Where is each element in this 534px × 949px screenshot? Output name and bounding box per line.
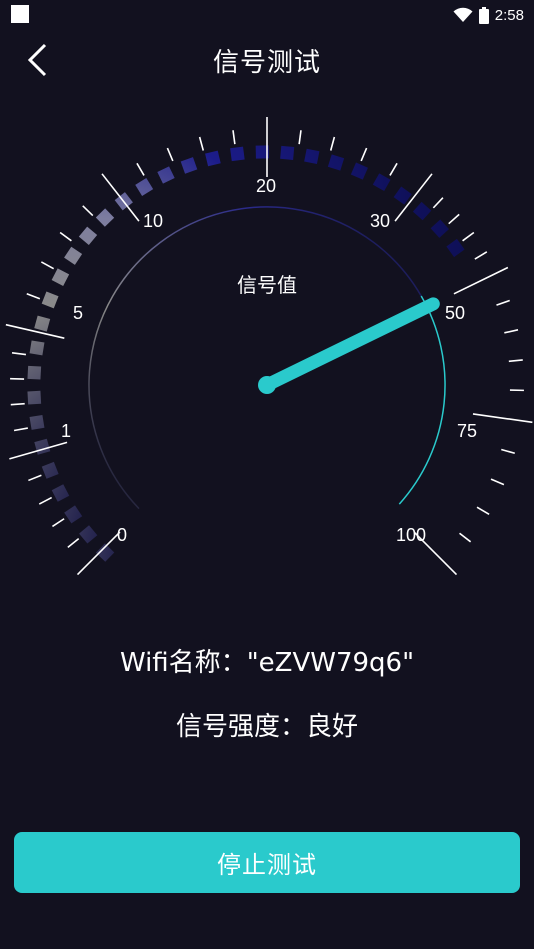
progress-segment (180, 157, 198, 174)
wifi-label: Wifi名称： (119, 648, 247, 678)
progress-segment (51, 268, 70, 286)
scale-label-50: 50 (445, 303, 465, 323)
status-time: 2:58 (494, 6, 524, 24)
progress-segment (350, 162, 368, 180)
minor-tick (38, 496, 53, 505)
minor-tick (26, 292, 41, 300)
gauge-needle (260, 297, 440, 392)
scale-label-100: 100 (396, 525, 426, 545)
inner-arc (88, 206, 422, 510)
status-bar: 2:58 (0, 0, 534, 30)
progress-segment (64, 505, 83, 524)
scale-label-20: 20 (256, 176, 276, 196)
minor-tick (329, 136, 336, 151)
progress-segment (29, 340, 45, 356)
minor-tick (389, 162, 398, 176)
stop-test-button[interactable]: 停止测试 (14, 832, 520, 893)
progress-segment (27, 365, 42, 380)
progress-segment (34, 438, 51, 455)
major-tick (453, 266, 509, 295)
minor-tick (59, 231, 72, 242)
strength-value: 良好 (306, 712, 359, 742)
minor-tick (496, 299, 510, 306)
minor-tick (52, 518, 65, 528)
wifi-name-value: "eZVW79q6" (246, 648, 415, 678)
status-right: 2:58 (453, 4, 524, 26)
accent-arc (398, 295, 446, 505)
progress-segment (327, 154, 345, 171)
progress-segment (412, 201, 432, 221)
progress-segment (95, 208, 115, 227)
page-title: 信号测试 (212, 48, 321, 78)
strength-label: 信号强度： (175, 712, 306, 742)
scale-label-1: 1 (61, 421, 71, 441)
progress-segment (430, 219, 449, 238)
notification-square-icon (11, 5, 29, 23)
minor-tick (298, 130, 302, 145)
minor-tick (490, 478, 505, 486)
minor-tick (136, 162, 145, 176)
signal-strength-row: 信号强度：良好 (0, 706, 534, 743)
wifi-icon (453, 7, 473, 22)
minor-tick (508, 359, 523, 363)
minor-tick (82, 205, 94, 217)
scale-label-30: 30 (370, 211, 390, 231)
minor-tick (459, 532, 472, 543)
progress-segment (29, 414, 45, 430)
major-tick (472, 413, 533, 424)
minor-tick (504, 329, 519, 334)
progress-segment (41, 291, 59, 309)
minor-tick (474, 251, 488, 260)
progress-segment (230, 146, 245, 162)
progress-segment (372, 173, 391, 192)
scale-label-5: 5 (73, 303, 83, 323)
minor-tick (501, 448, 515, 455)
progress-segment (446, 238, 465, 258)
minor-tick (40, 261, 55, 270)
wifi-name-row: Wifi名称："eZVW79q6" (0, 642, 534, 679)
progress-segment (64, 246, 83, 265)
progress-segment (135, 178, 154, 196)
progress-segment (157, 166, 175, 184)
gauge-center-label: 信号值 (237, 273, 297, 297)
scale-label-75: 75 (457, 421, 477, 441)
header: 信号测试 (0, 30, 534, 90)
minor-tick (166, 147, 174, 162)
minor-tick (448, 213, 460, 225)
minor-tick (232, 130, 236, 145)
progress-segment (304, 148, 320, 165)
progress-segment (27, 390, 42, 405)
minor-tick (13, 427, 28, 432)
minor-tick (432, 197, 444, 209)
signal-gauge: 0 1 5 10 20 30 50 75 100 信号值 (5, 117, 533, 576)
needle-hub (258, 376, 276, 394)
progress-segment (51, 484, 70, 502)
progress-segment (280, 145, 295, 160)
battery-icon (478, 6, 489, 24)
minor-tick (360, 147, 368, 162)
minor-tick (67, 537, 80, 549)
progress-segment (79, 525, 98, 544)
minor-tick (198, 136, 205, 151)
progress-segment (41, 461, 59, 479)
minor-tick (476, 506, 490, 515)
scale-label-10: 10 (143, 211, 163, 231)
minor-tick (28, 474, 42, 482)
progress-segment (34, 315, 51, 332)
progress-segment (205, 150, 221, 167)
scale-label-0: 0 (117, 525, 127, 545)
minor-tick (462, 231, 475, 242)
minor-tick (10, 402, 25, 406)
progress-segment (78, 226, 98, 245)
minor-tick (11, 351, 27, 356)
